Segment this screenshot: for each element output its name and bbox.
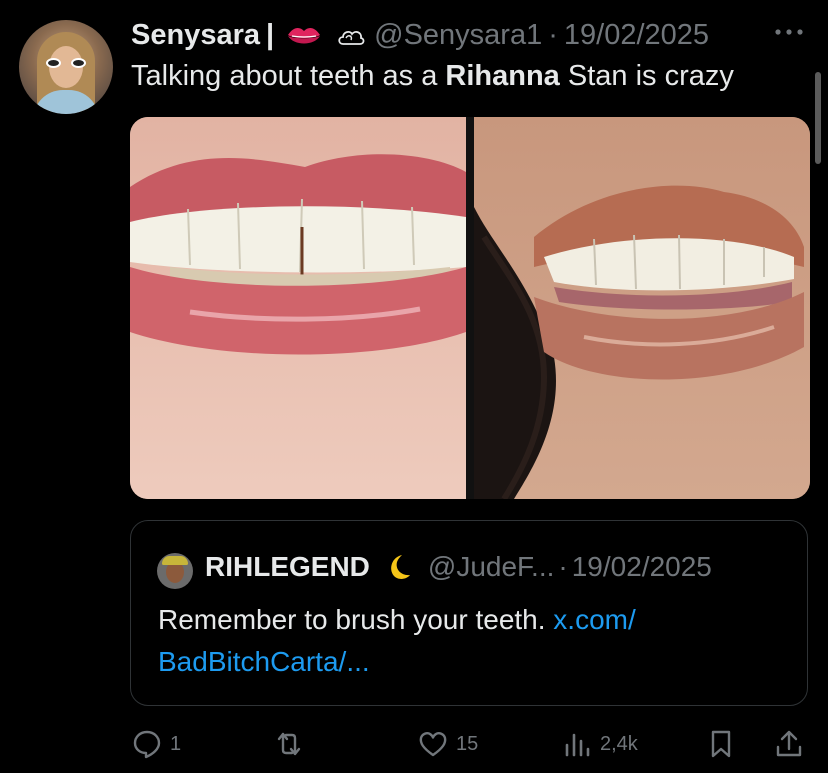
quoted-display-name[interactable]: RIHLEGEND (205, 551, 370, 583)
scrollbar[interactable] (815, 72, 821, 164)
like-button[interactable]: 15 (418, 726, 478, 762)
quoted-handle[interactable]: @JudeF... (428, 551, 554, 583)
repost-icon (277, 732, 301, 756)
quoted-header: RIHLEGEND @JudeF... · 19/02/2025 (205, 551, 712, 583)
more-options-icon[interactable] (772, 22, 806, 42)
quoted-date[interactable]: 19/02/2025 (572, 551, 712, 583)
views-button[interactable]: 2,4k (562, 726, 638, 762)
share-icon (776, 730, 802, 757)
quoted-author-avatar[interactable] (157, 553, 193, 589)
repost-button[interactable] (274, 726, 312, 762)
reply-count: 1 (170, 732, 182, 755)
views-chart-icon (565, 733, 590, 757)
reply-button[interactable]: 1 (132, 726, 181, 762)
dot-separator: · (548, 18, 558, 51)
media-divider (466, 117, 474, 499)
share-button[interactable] (774, 726, 804, 762)
quoted-text: Remember to brush your teeth. x.com/ Bad… (158, 599, 778, 683)
name-separator: | (266, 18, 275, 51)
author-display-name[interactable]: Senysara (131, 19, 260, 52)
tweet-text-bold: Rihanna (445, 60, 560, 92)
tweet-text-part: Stan is crazy (559, 60, 734, 92)
bookmark-icon (711, 730, 731, 758)
cloud-icon (336, 23, 366, 47)
tweet-date[interactable]: 19/02/2025 (564, 19, 709, 52)
tweet-media[interactable] (130, 117, 810, 499)
quoted-tweet[interactable]: RIHLEGEND @JudeF... · 19/02/2025 Remembe… (130, 520, 808, 706)
quoted-text-body: Remember to brush your teeth. (158, 604, 554, 635)
author-handle[interactable]: @Senysara1 (374, 19, 542, 52)
author-avatar[interactable] (19, 20, 113, 114)
crescent-moon-icon (380, 551, 412, 583)
media-image-left[interactable] (130, 117, 466, 499)
like-count: 15 (456, 732, 479, 755)
quoted-avatar-cap (162, 556, 188, 565)
views-count: 2,4k (600, 732, 638, 755)
reply-icon (133, 730, 161, 759)
tweet-text: Talking about teeth as a Rihanna Stan is… (131, 60, 734, 93)
avatar-sunglasses (46, 58, 86, 68)
quoted-dot-separator: · (558, 551, 568, 582)
tweet-header: Senysara | @Senysara1 · 19/02/2025 (131, 15, 709, 55)
tweet-text-part: Talking about teeth as a (131, 60, 446, 92)
media-image-right[interactable] (474, 117, 810, 499)
heart-icon (419, 732, 447, 757)
bookmark-button[interactable] (706, 726, 736, 762)
action-bar: 1 15 2,4k (0, 726, 828, 766)
lips-icon (286, 23, 322, 47)
